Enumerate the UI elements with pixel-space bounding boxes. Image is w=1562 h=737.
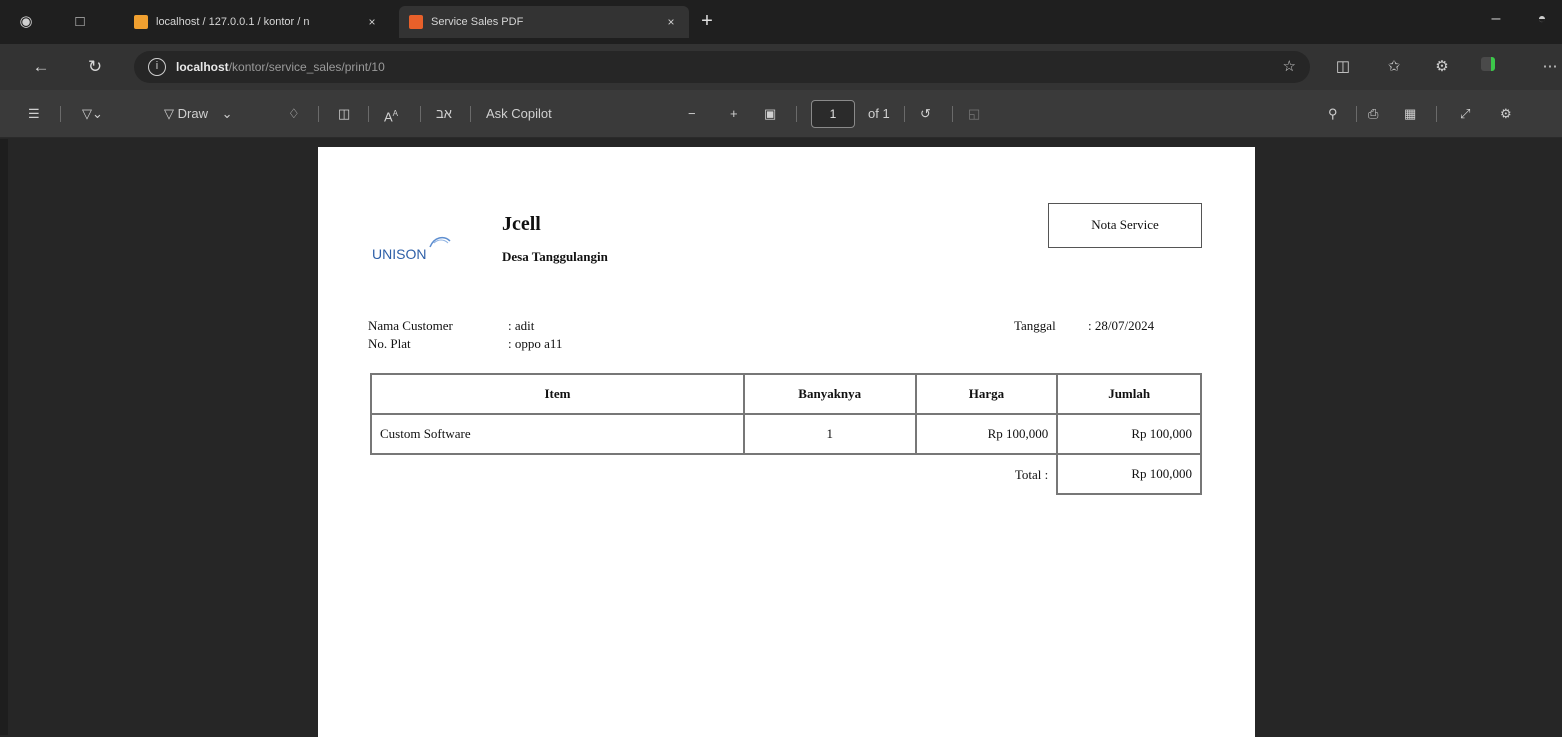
total-row: Total : Rp 100,000 xyxy=(371,453,1202,495)
ask-copilot-button[interactable]: Ask Copilot xyxy=(486,104,552,124)
window-control-icon[interactable]: ◓ xyxy=(1532,10,1552,26)
search-icon[interactable]: ⚲ xyxy=(1328,104,1338,124)
tab-title: localhost / 127.0.0.1 / kontor / n xyxy=(156,16,310,28)
extension-green-icon[interactable] xyxy=(1478,57,1498,77)
navigation-bar: ← ↻ i localhost /kontor/service_sales/pr… xyxy=(0,44,1562,90)
contents-icon[interactable]: ☰ xyxy=(28,104,40,124)
divider xyxy=(1356,106,1357,122)
customer-value: : adit xyxy=(508,318,535,333)
divider xyxy=(796,106,797,122)
address-bar[interactable]: i localhost /kontor/service_sales/print/… xyxy=(134,51,1310,83)
split-screen-icon[interactable]: ◫ xyxy=(1333,57,1353,77)
close-tab-icon[interactable]: × xyxy=(364,15,380,29)
draw-icon: ▽ xyxy=(164,106,174,121)
blank-cell xyxy=(371,454,744,494)
blank-cell xyxy=(744,454,916,494)
page-total: of 1 xyxy=(868,106,890,121)
tab-phpmyadmin[interactable]: localhost / 127.0.0.1 / kontor / n × xyxy=(124,6,390,38)
date-label: Tanggal xyxy=(1014,318,1056,333)
divider xyxy=(318,106,319,122)
divider xyxy=(420,106,421,122)
date-value: : 28/07/2024 xyxy=(1088,318,1155,333)
header-price: Harga xyxy=(914,373,1059,415)
pdf-page: UNISON Jcell Desa Tanggulangin Nota Serv… xyxy=(318,147,1255,737)
url-path: /kontor/service_sales/print/10 xyxy=(228,60,385,74)
total-label: Total : xyxy=(1014,466,1049,482)
header-item: Item xyxy=(370,373,745,415)
refresh-icon[interactable]: ↻ xyxy=(84,56,106,78)
draw-label: Draw xyxy=(177,106,208,121)
fit-page-icon[interactable]: ▣ xyxy=(764,104,776,124)
plate-value: : oppo a11 xyxy=(508,336,563,351)
add-text-icon[interactable]: ◫ xyxy=(338,104,350,124)
erase-icon[interactable]: ♢ xyxy=(288,104,300,124)
tab-service-sales-pdf[interactable]: Service Sales PDF × xyxy=(399,6,689,38)
scroll-gutter xyxy=(0,139,8,735)
page-view-icon[interactable]: ◱ xyxy=(968,104,980,124)
divider xyxy=(952,106,953,122)
zoom-out-icon[interactable]: − xyxy=(688,104,696,124)
more-menu-icon[interactable]: ⋯ xyxy=(1540,57,1560,77)
document-type-box: Nota Service xyxy=(1048,203,1202,248)
profile-avatar-icon[interactable]: ◉ xyxy=(16,12,36,32)
read-aloud-icon[interactable]: אב xyxy=(436,104,452,124)
tab-strip: ◉ □ localhost / 127.0.0.1 / kontor / n ×… xyxy=(0,0,1562,44)
divider xyxy=(368,106,369,122)
close-tab-icon[interactable]: × xyxy=(663,15,679,29)
settings-gear-icon[interactable]: ⚙ xyxy=(1500,104,1512,124)
divider xyxy=(470,106,471,122)
tab-title: Service Sales PDF xyxy=(431,16,524,28)
favorites-icon[interactable]: ✩ xyxy=(1384,57,1404,77)
total-value: Rp 100,000 xyxy=(1056,453,1202,495)
cell-item: Custom Software xyxy=(370,413,745,455)
workspaces-icon[interactable]: □ xyxy=(70,12,90,32)
draw-button[interactable]: ▽ Draw ⌄ xyxy=(164,104,233,124)
phpmyadmin-favicon-icon xyxy=(134,15,148,29)
divider xyxy=(60,106,61,122)
site-info-icon[interactable]: i xyxy=(148,58,166,76)
chevron-down-icon: ⌄ xyxy=(221,106,233,121)
items-table: Item Banyaknya Harga Jumlah Custom Softw… xyxy=(370,373,1202,495)
minimize-button[interactable]: – xyxy=(1486,10,1506,28)
favorite-star-icon[interactable]: ☆ xyxy=(1283,57,1296,75)
print-icon[interactable]: ⎙ xyxy=(1368,104,1378,124)
plate-label: No. Plat xyxy=(368,336,411,351)
svg-text:UNISON: UNISON xyxy=(372,246,426,262)
cell-amount: Rp 100,000 xyxy=(1056,413,1202,455)
table-row: Custom Software 1 Rp 100,000 Rp 100,000 xyxy=(370,413,1202,455)
page-number-input[interactable]: 1 xyxy=(811,100,855,128)
divider xyxy=(904,106,905,122)
highlight-icon[interactable]: ▽⌄ xyxy=(82,104,103,124)
table-header-row: Item Banyaknya Harga Jumlah xyxy=(370,373,1202,415)
back-arrow-icon[interactable]: ← xyxy=(30,56,52,78)
url-host: localhost xyxy=(176,60,229,74)
store-name: Jcell xyxy=(502,213,541,235)
cell-qty: 1 xyxy=(742,413,917,455)
pdf-toolbar: ☰ ▽⌄ ▽ Draw ⌄ ♢ ◫ AA אב Ask Copilot − + … xyxy=(0,90,1562,138)
pdf-favicon-icon xyxy=(409,15,423,29)
fullscreen-icon[interactable]: ⤢ xyxy=(1460,104,1470,124)
unison-logo: UNISON xyxy=(372,236,451,262)
save-icon[interactable]: ▦ xyxy=(1404,104,1416,124)
divider xyxy=(1436,106,1437,122)
extensions-icon[interactable]: ⚙ xyxy=(1432,57,1452,77)
header-qty: Banyaknya xyxy=(742,373,917,415)
header-amount: Jumlah xyxy=(1056,373,1202,415)
text-size-label: A xyxy=(384,109,393,125)
customer-label: Nama Customer xyxy=(368,318,453,333)
text-size-button[interactable]: AA xyxy=(384,104,398,124)
rotate-icon[interactable]: ↺ xyxy=(920,104,931,124)
zoom-in-icon[interactable]: + xyxy=(730,104,738,124)
new-tab-button[interactable]: + xyxy=(696,10,718,32)
cell-price: Rp 100,000 xyxy=(914,413,1059,455)
store-address: Desa Tanggulangin xyxy=(502,249,608,264)
